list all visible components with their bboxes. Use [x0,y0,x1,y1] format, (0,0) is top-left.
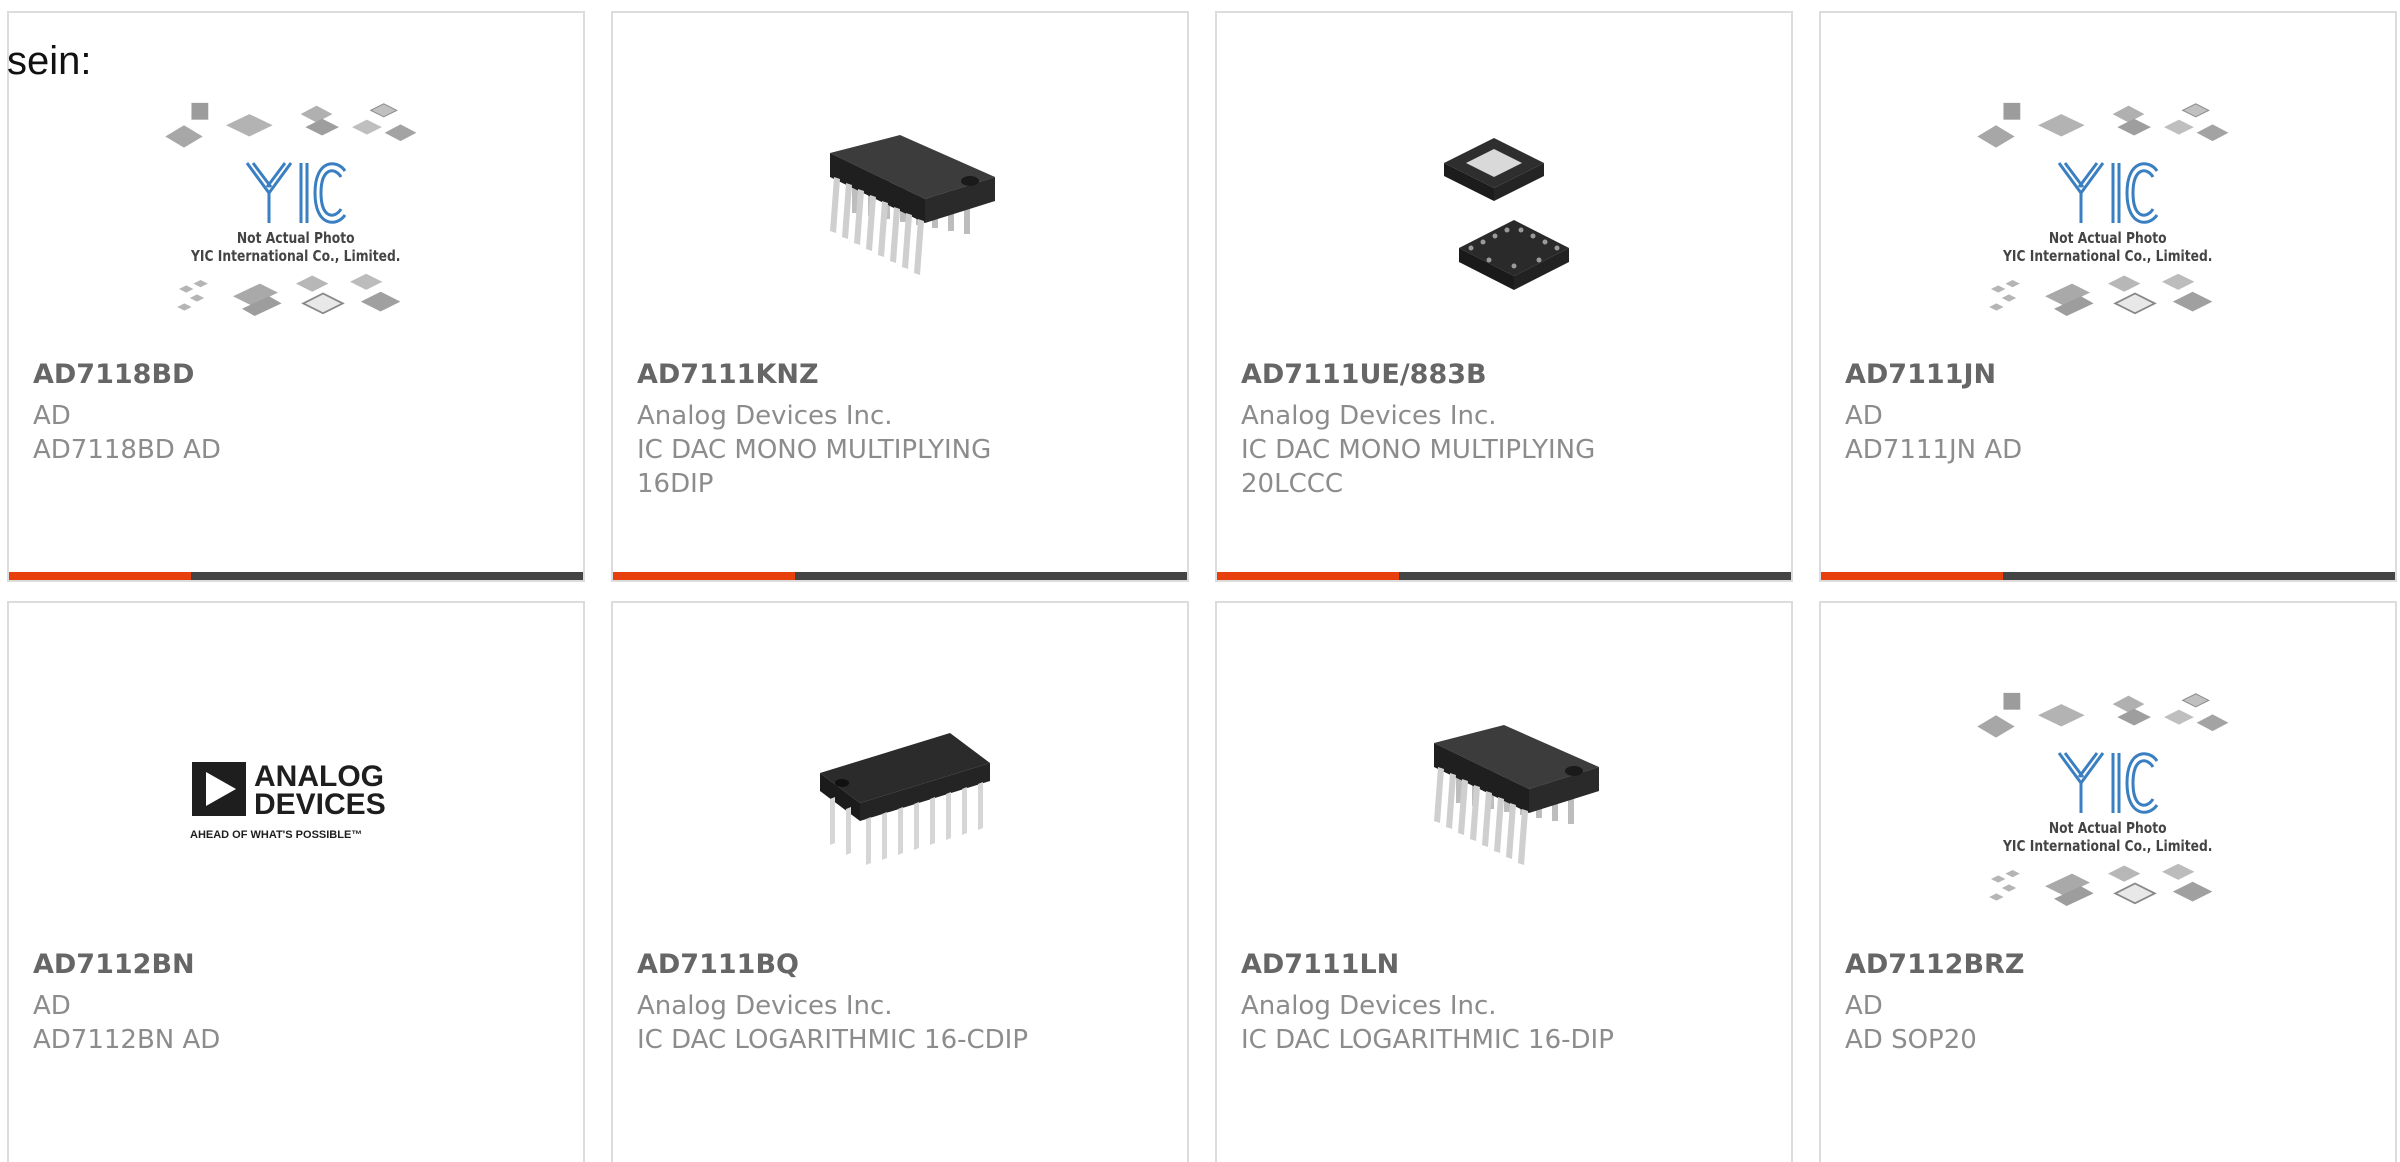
chip-collage-bottom-icon [1978,861,2238,915]
product-image[interactable] [613,73,1187,353]
part-number[interactable]: AD7111BQ [637,949,799,980]
product-card[interactable]: AD7111UE/883B Analog Devices Inc. IC DAC M… [1215,11,1793,582]
manufacturer: Analog Devices Inc. [637,401,893,431]
manufacturer: Analog Devices Inc. [1241,991,1497,1021]
dip-chip-image [800,113,1000,313]
product-image[interactable] [613,663,1187,943]
description: AD7112BN AD [33,1025,221,1055]
product-card[interactable]: AD7111LN Analog Devices Inc. IC DAC LOGARI… [1215,601,1793,1162]
part-number[interactable]: AD7112BN [33,949,195,980]
card-bottom-bar [1821,572,2395,580]
chip-collage-top-icon [1973,691,2243,747]
product-image[interactable]: ANALOG DEVICES AHEAD OF WHAT'S POSSIBLE™ [9,663,583,943]
yic-placeholder-image: Not Actual Photo YIC International Co., L… [1973,691,2243,915]
product-grid-page: sein: Not Actual Photo YIC International … [0,0,2400,1162]
not-actual-photo-label: Not Actual Photo [237,229,355,247]
product-card[interactable]: Not Actual Photo YIC International Co., L… [1819,11,2397,582]
product-image[interactable]: Not Actual Photo YIC International Co., L… [1821,663,2395,943]
yic-logo-icon [245,162,347,224]
cdip-chip-image [800,703,1000,903]
manufacturer: AD [33,991,71,1021]
yic-logo-icon [2057,162,2159,224]
chip-collage-top-icon [1973,101,2243,157]
yic-logo-icon [2057,752,2159,814]
description: AD7118BD AD [33,435,221,465]
card-bottom-bar [613,572,1187,580]
card-accent-bar [1217,572,1399,580]
yic-placeholder-image: Not Actual Photo YIC International Co., L… [1973,101,2243,325]
chip-collage-bottom-icon [166,271,426,325]
intro-text: sein: [7,39,92,83]
not-actual-photo-label: Not Actual Photo [2049,819,2167,837]
card-accent-bar [1821,572,2003,580]
part-number[interactable]: AD7111KNZ [637,359,819,390]
part-number[interactable]: AD7111LN [1241,949,1399,980]
yic-company-label: YIC International Co., Limited. [191,247,401,265]
product-image[interactable]: Not Actual Photo YIC International Co., L… [9,73,583,353]
dip-chip-image [1404,703,1604,903]
analog-devices-logo: ANALOGDEVICESAHEAD OF WHAT'S POSSIBLE™ [190,760,386,841]
yic-company-label: YIC International Co., Limited. [2003,247,2213,265]
chip-collage-bottom-icon [1978,271,2238,325]
part-number[interactable]: AD7111UE/883B [1241,359,1487,390]
card-accent-bar [613,572,795,580]
analog-logo-tagline: AHEAD OF WHAT'S POSSIBLE™ [190,829,362,841]
description: IC DAC MONO MULTIPLYING 16DIP [637,435,992,499]
manufacturer: Analog Devices Inc. [1241,401,1497,431]
description: IC DAC MONO MULTIPLYING 20LCCC [1241,435,1596,499]
description: AD7111JN AD [1845,435,2023,465]
product-image[interactable] [1217,73,1791,353]
manufacturer: AD [1845,401,1883,431]
description: AD SOP20 [1845,1025,1977,1055]
description: IC DAC LOGARITHMIC 16-DIP [1241,1025,1614,1055]
lccc-chip-image [1404,113,1604,313]
product-card[interactable]: Not Actual Photo YIC International Co., L… [7,11,585,582]
card-accent-bar [9,572,191,580]
product-image[interactable] [1217,663,1791,943]
card-bottom-bar [9,572,583,580]
part-number[interactable]: AD7118BD [33,359,194,390]
yic-placeholder-image: Not Actual Photo YIC International Co., L… [161,101,431,325]
product-card[interactable]: Not Actual Photo YIC International Co., L… [1819,601,2397,1162]
product-image[interactable]: Not Actual Photo YIC International Co., L… [1821,73,2395,353]
chip-collage-top-icon [161,101,431,157]
product-card[interactable]: AD7111BQ Analog Devices Inc. IC DAC LOGARI… [611,601,1189,1162]
part-number[interactable]: AD7112BRZ [1845,949,2024,980]
manufacturer: AD [1845,991,1883,1021]
description: IC DAC LOGARITHMIC 16-CDIP [637,1025,1029,1055]
product-card[interactable]: ANALOG DEVICES AHEAD OF WHAT'S POSSIBLE™ AD… [7,601,585,1162]
card-bottom-bar [1217,572,1791,580]
manufacturer: Analog Devices Inc. [637,991,893,1021]
analog-logo-line2: DEVICES [254,788,386,821]
part-number[interactable]: AD7111JN [1845,359,1996,390]
not-actual-photo-label: Not Actual Photo [2049,229,2167,247]
product-card[interactable]: AD7111KNZ Analog Devices Inc. IC DAC MONO … [611,11,1189,582]
manufacturer: AD [33,401,71,431]
yic-company-label: YIC International Co., Limited. [2003,837,2213,855]
